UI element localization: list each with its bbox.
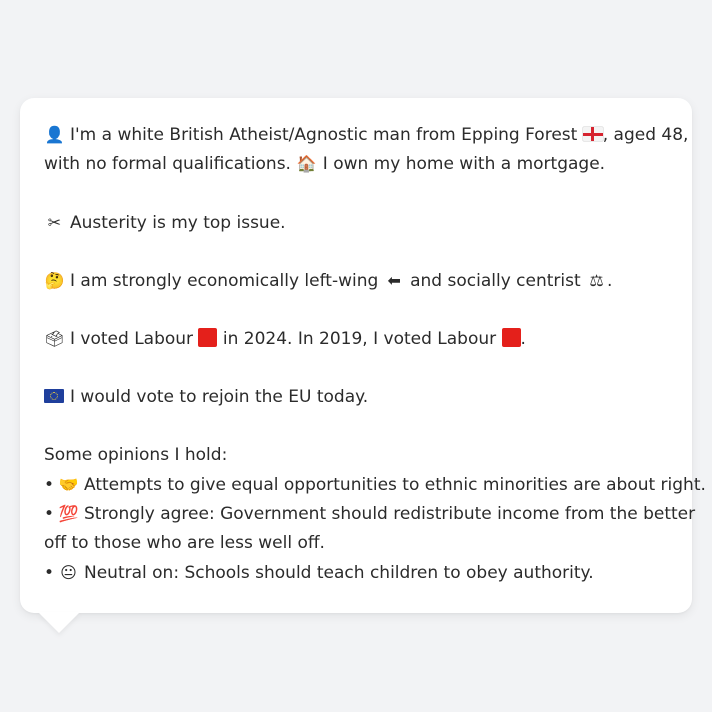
eu-flag-icon <box>44 388 64 403</box>
labour-red-square-icon <box>198 328 218 348</box>
opinion-item: • 🤝 Attempts to give equal opportunities t… <box>44 470 706 499</box>
opinions-heading: Some opinions I hold: <box>44 441 678 470</box>
scissors-icon: ✂ <box>47 212 62 232</box>
eu-text: I would vote to rejoin the EU today. <box>70 386 369 407</box>
opinion-text: Strongly agree: Government should redist… <box>84 504 696 525</box>
voting-text-a: I voted Labour <box>70 329 194 350</box>
bullet: • <box>44 504 55 525</box>
opinion-text: Attempts to give equal opportunities to … <box>84 475 706 496</box>
politics-line: 🤔 I am strongly economically left-wing ⬅ … <box>44 266 678 295</box>
identity-line: 👤 I'm a white British Atheist/Agnostic ma… <box>44 120 689 149</box>
opinion-item-continuation: off to those who are less well off. <box>44 529 678 558</box>
politics-text-c: . <box>607 270 613 291</box>
qualifications-text: with no formal qualifications. <box>44 154 291 175</box>
person-icon: 👤 <box>44 125 65 144</box>
neutral-face-icon: 😐 <box>60 562 77 582</box>
bubble-tail <box>38 612 80 633</box>
balance-scale-icon: ⚖ <box>589 270 604 290</box>
home-text: I own my home with a mortgage. <box>322 154 606 175</box>
opinion-item: • 😐 Neutral on: Schools should teach child… <box>44 558 678 587</box>
identity-tail: , aged 48, <box>602 125 689 145</box>
voting-text-b: in 2024. In 2019, I voted Labour <box>222 329 497 350</box>
top-issue-text: Austerity is my top issue. <box>70 212 286 233</box>
politics-text-a: I am strongly economically left-wing <box>70 270 379 291</box>
profile-message-bubble: 👤 I'm a white British Atheist/Agnostic ma… <box>20 98 706 633</box>
hundred-points-icon: 💯 <box>58 504 79 524</box>
england-flag-icon <box>582 127 603 141</box>
qualifications-line: with no formal qualifications. 🏠 I own m… <box>44 149 678 178</box>
opinions-heading-text: Some opinions I hold: <box>44 445 228 466</box>
house-icon: 🏠 <box>296 154 317 174</box>
ballot-box-icon: 🗳 <box>44 329 65 349</box>
identity-text: I'm a white British Atheist/Agnostic man… <box>70 125 578 145</box>
eu-line: I would vote to rejoin the EU today. <box>44 383 678 412</box>
labour-red-square-icon-2019 <box>501 328 521 348</box>
opinion-text: Neutral on: Schools should teach childre… <box>84 562 594 583</box>
handshake-icon: 🤝 <box>58 475 79 495</box>
politics-text-b: and socially centrist <box>410 270 581 291</box>
bullet: • <box>44 475 55 496</box>
voting-text-c: . <box>520 329 526 350</box>
opinion-item: • 💯 Strongly agree: Government should redi… <box>44 499 695 528</box>
left-arrow-icon: ⬅ <box>387 270 401 290</box>
top-issue-line: ✂ Austerity is my top issue. <box>44 208 678 237</box>
opinion-text-continuation: off to those who are less well off. <box>44 532 325 553</box>
voting-line: 🗳 I voted Labour in 2024. In 2019, I vote… <box>44 324 678 353</box>
bullet: • <box>44 562 55 583</box>
thinking-face-icon: 🤔 <box>44 270 65 290</box>
